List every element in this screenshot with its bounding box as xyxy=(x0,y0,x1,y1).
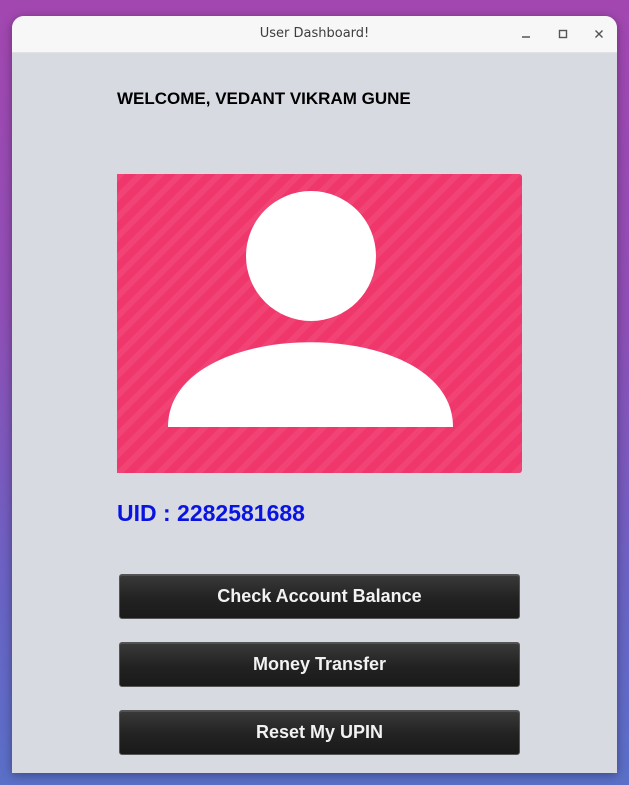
title-bar[interactable]: User Dashboard! xyxy=(12,16,617,53)
uid-label: UID : 2282581688 xyxy=(117,500,305,526)
maximize-button[interactable] xyxy=(554,25,572,43)
money-transfer-button[interactable]: Money Transfer xyxy=(119,642,520,687)
reset-upin-button[interactable]: Reset My UPIN xyxy=(119,710,520,755)
close-icon xyxy=(595,30,603,38)
minimize-icon xyxy=(522,36,530,38)
dashboard-window: User Dashboard! WELCOME, VEDANT VIKRAM G… xyxy=(12,16,617,773)
minimize-button[interactable] xyxy=(517,25,535,43)
profile-picture xyxy=(117,174,522,473)
check-account-balance-button[interactable]: Check Account Balance xyxy=(119,574,520,619)
maximize-icon xyxy=(558,29,568,39)
close-button[interactable] xyxy=(590,25,608,43)
user-avatar-icon xyxy=(168,191,453,427)
welcome-heading: WELCOME, VEDANT VIKRAM GUNE xyxy=(117,89,411,108)
